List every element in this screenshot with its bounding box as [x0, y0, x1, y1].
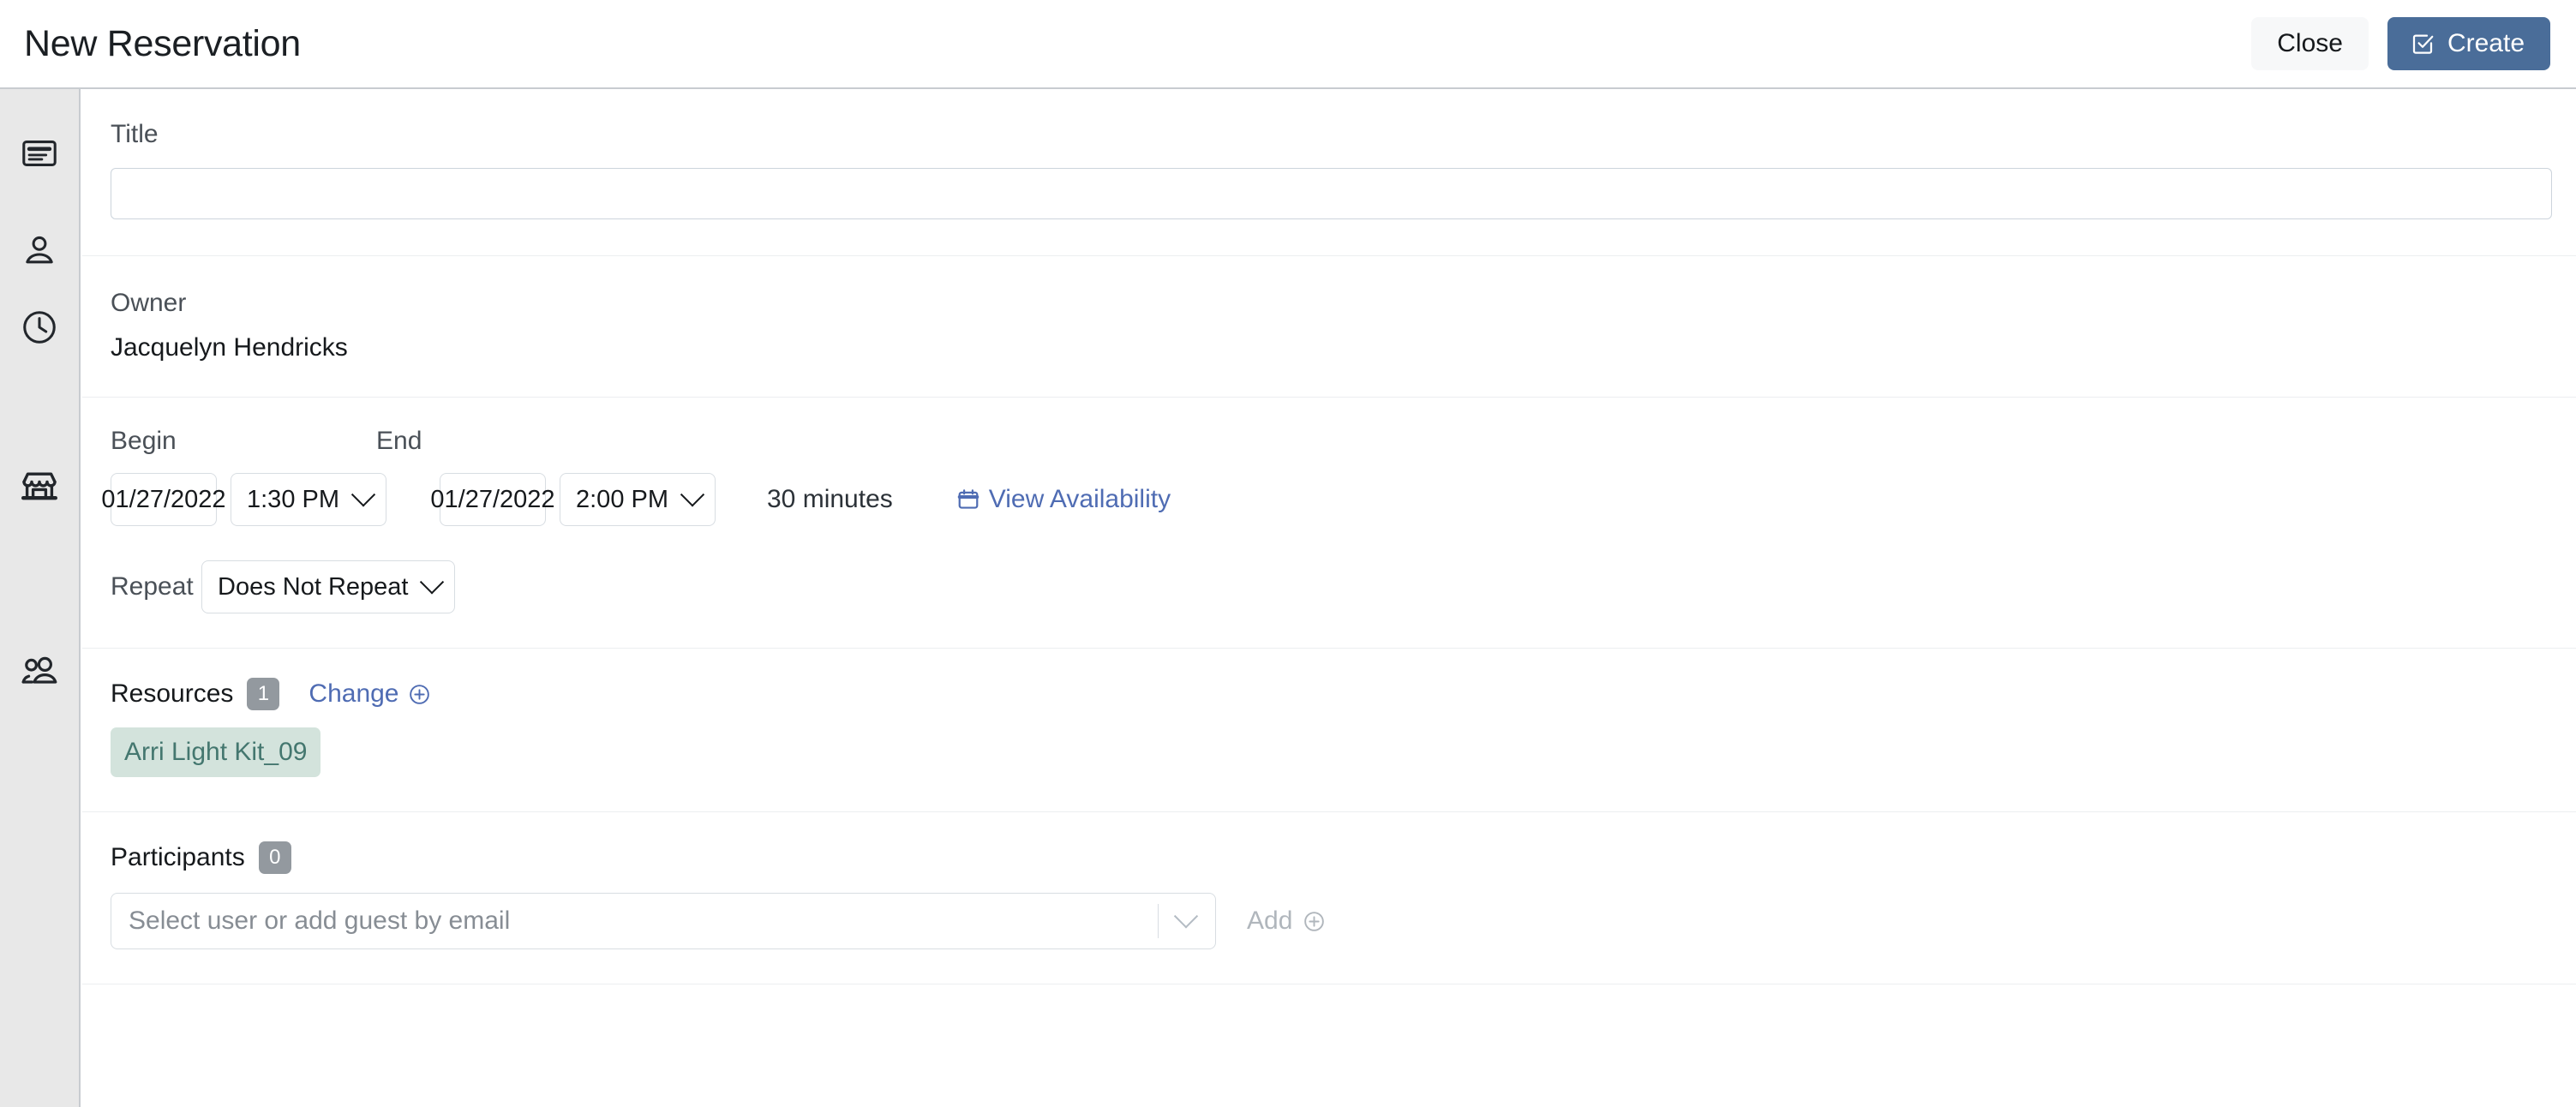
form-body: Title Owner Jacquelyn Hendricks Begin En…: [82, 89, 2576, 1107]
title-card-icon: [20, 134, 59, 177]
view-availability-label: View Availability: [988, 485, 1171, 513]
dialog-header: New Reservation Close Create: [0, 0, 2576, 89]
repeat-select[interactable]: Does Not Repeat: [201, 560, 456, 613]
new-reservation-dialog: New Reservation Close Create Title Owner…: [0, 0, 2576, 1107]
resources-header-row: Resources 1 Change: [111, 678, 2552, 710]
owner-label: Owner: [111, 289, 187, 317]
owner-value: Jacquelyn Hendricks: [111, 333, 348, 362]
sidebar-item-owner[interactable]: [0, 230, 79, 274]
sidebar-item-resources[interactable]: [0, 466, 79, 512]
participants-header-row: Participants 0: [111, 841, 2552, 874]
begin-time-value: 1:30 PM: [247, 485, 339, 513]
chevron-down-icon: [680, 482, 705, 507]
chevron-down-icon: [350, 482, 376, 507]
schedule-section: Begin End 01/27/2022 1:30 PM 01/27/2022 …: [82, 398, 2576, 648]
change-resources-link[interactable]: Change: [309, 679, 430, 709]
chevron-down-icon: [1173, 904, 1199, 929]
duration-text: 30 minutes: [767, 485, 893, 513]
storefront-icon: [19, 466, 60, 512]
change-resources-label: Change: [309, 679, 399, 708]
begin-date-input[interactable]: 01/27/2022: [101, 473, 226, 526]
plus-circle-icon: [1303, 910, 1326, 933]
resources-label: Resources: [111, 679, 234, 708]
page-title: New Reservation: [24, 22, 301, 64]
title-label: Title: [111, 120, 159, 148]
owner-section: Owner Jacquelyn Hendricks: [82, 256, 2576, 397]
sidebar-item-time[interactable]: [0, 308, 79, 351]
end-time-value: 2:00 PM: [576, 485, 668, 513]
combo-arrow[interactable]: [1173, 904, 1215, 930]
add-participant-label: Add: [1247, 907, 1293, 935]
checkbox-check-icon: [2410, 31, 2435, 57]
repeat-row: Repeat Does Not Repeat: [111, 560, 2552, 613]
participant-select-placeholder: Select user or add guest by email: [129, 907, 511, 935]
create-button[interactable]: Create: [2387, 16, 2550, 71]
combo-separator: [1158, 904, 1159, 938]
header-actions: Close Create: [2251, 16, 2550, 71]
end-label: End: [376, 427, 422, 455]
participants-add-row: Select user or add guest by email Add: [111, 893, 2552, 949]
resource-chip[interactable]: Arri Light Kit_09: [111, 727, 321, 777]
people-icon: [19, 650, 60, 696]
section-nav-rail: [0, 89, 81, 1107]
title-section: Title: [82, 89, 2576, 255]
repeat-label: Repeat: [111, 572, 194, 601]
resources-count-badge: 1: [247, 678, 280, 710]
resources-chip-list: Arri Light Kit_09: [111, 727, 2552, 777]
clock-icon: [20, 308, 59, 351]
schedule-labels-row: Begin End: [111, 428, 2552, 454]
schedule-fields-row: 01/27/2022 1:30 PM 01/27/2022 2:00 PM 30…: [101, 473, 2552, 526]
view-availability-link[interactable]: View Availability: [956, 485, 1171, 514]
plus-circle-icon: [408, 683, 431, 706]
create-button-label: Create: [2447, 28, 2525, 57]
end-date-input[interactable]: 01/27/2022: [430, 473, 555, 526]
participants-section: Participants 0 Select user or add guest …: [82, 812, 2576, 984]
resources-section: Resources 1 Change Arri Light Kit_09: [82, 649, 2576, 811]
begin-time-select[interactable]: 1:30 PM: [231, 473, 386, 526]
calendar-icon: [956, 488, 980, 512]
repeat-value: Does Not Repeat: [218, 572, 409, 601]
sidebar-item-details[interactable]: [0, 134, 79, 177]
participants-label: Participants: [111, 843, 245, 871]
title-input[interactable]: [111, 168, 2552, 219]
participants-count-badge: 0: [258, 841, 291, 874]
close-button[interactable]: Close: [2251, 16, 2369, 71]
participant-select[interactable]: Select user or add guest by email: [111, 893, 1216, 949]
end-time-select[interactable]: 2:00 PM: [560, 473, 716, 526]
chevron-down-icon: [420, 570, 445, 595]
begin-label: Begin: [111, 427, 177, 455]
sidebar-item-participants[interactable]: [0, 650, 79, 696]
add-participant-button[interactable]: Add: [1247, 907, 1326, 936]
person-icon: [20, 230, 59, 274]
